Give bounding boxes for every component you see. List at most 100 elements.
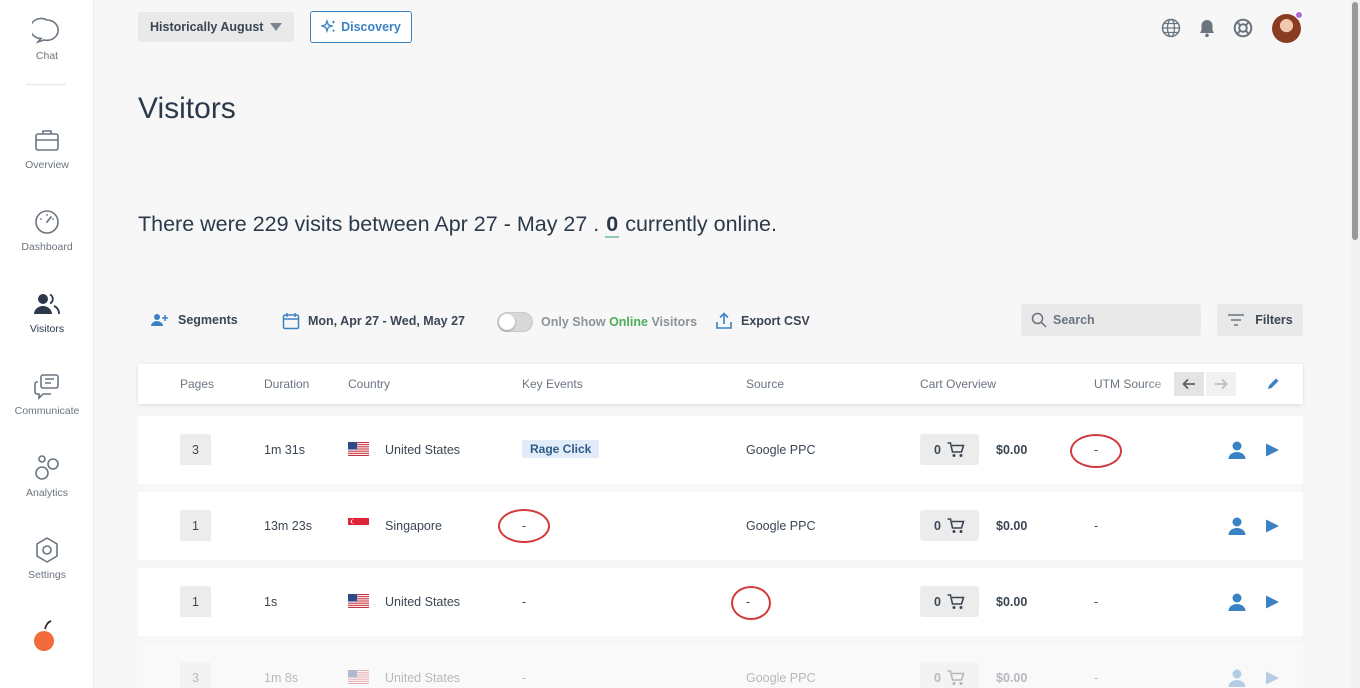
table-row[interactable]: 3 1m 8s United States - Google PPC 0 $0.00 - (138, 644, 1303, 688)
sidebar-item-label: Analytics (25, 487, 68, 499)
play-recording-icon[interactable] (1264, 670, 1280, 686)
cart-count: 0 (934, 594, 941, 609)
cart-value: $0.00 (996, 671, 1028, 685)
scrollbar-thumb[interactable] (1352, 2, 1358, 240)
filter-lines-icon (1228, 314, 1245, 326)
segments-button[interactable]: Segments (150, 312, 238, 328)
cart-overview-button[interactable]: 0 (920, 434, 979, 465)
column-header-source[interactable]: Source (746, 377, 784, 391)
page-scrollbar[interactable] (1350, 0, 1360, 688)
toggle-label-online: Online (609, 315, 648, 329)
sidebar-item-label: Chat (35, 50, 59, 62)
sidebar-item-label: Visitors (29, 323, 65, 335)
scroll-columns-left-button[interactable] (1174, 372, 1204, 396)
scroll-columns-right-button[interactable] (1206, 372, 1236, 396)
discovery-button[interactable]: Discovery (310, 11, 412, 43)
table-header: Pages Duration Country Key Events Source… (138, 364, 1303, 404)
upload-icon (716, 312, 732, 329)
hexagon-gear-icon (36, 537, 58, 563)
period-select[interactable]: Historically August (138, 12, 294, 42)
cart-value: $0.00 (996, 443, 1028, 457)
toggle-label-prefix: Only Show (541, 315, 610, 329)
country-cell: United States (385, 595, 461, 609)
key-event-badge[interactable]: Rage Click (522, 440, 600, 458)
sidebar-item-communicate[interactable]: Communicate (0, 371, 94, 417)
play-recording-icon[interactable] (1264, 518, 1280, 534)
table-row[interactable]: 1 1s United States - -0 $0.00- (138, 568, 1303, 636)
peach-logo[interactable] (31, 620, 59, 654)
export-csv-button[interactable]: Export CSV (715, 312, 810, 330)
table-row[interactable]: 3 1m 31s United States Rage Click Google PPC… (138, 416, 1303, 484)
country-cell: Singapore (385, 519, 442, 533)
cart-value: $0.00 (996, 519, 1028, 533)
annotation-circle (498, 509, 550, 543)
date-range-picker[interactable]: Mon, Apr 27 - Wed, May 27 (282, 312, 465, 330)
column-header-key-events[interactable]: Key Events (522, 377, 583, 391)
shopping-cart-icon (947, 669, 965, 685)
online-count[interactable]: 0 (605, 212, 620, 238)
toggle-label: Only Show Online Visitors (541, 315, 697, 329)
play-recording-icon[interactable] (1264, 594, 1280, 610)
shopping-cart-icon (947, 441, 965, 457)
cart-overview-button[interactable]: 0 (920, 662, 979, 688)
play-recording-icon[interactable] (1264, 442, 1280, 458)
summary-suffix: currently online. (619, 212, 777, 236)
cart-overview-button[interactable]: 0 (920, 586, 979, 617)
sidebar-item-analytics[interactable]: Analytics (0, 453, 94, 499)
cart-overview-button[interactable]: 0 (920, 510, 979, 541)
pages-count: 1 (180, 586, 211, 617)
page-title: Visitors (138, 92, 236, 125)
visitor-profile-icon[interactable] (1227, 592, 1247, 612)
visitor-profile-icon[interactable] (1227, 516, 1247, 536)
country-cell: United States (385, 671, 461, 685)
filters-button[interactable]: Filters (1217, 304, 1303, 336)
source-cell: Google PPC (746, 671, 816, 685)
cart-count: 0 (934, 670, 941, 685)
utm-source-cell: - (1094, 519, 1099, 533)
search-icon (1031, 312, 1047, 328)
sidebar-item-dashboard[interactable]: Dashboard (0, 207, 94, 253)
annotation-circle (1070, 434, 1122, 468)
period-select-value: Historically August (150, 20, 264, 34)
summary-prefix: There were 229 visits between Apr 27 - M… (138, 212, 606, 236)
shopping-cart-icon (947, 593, 965, 609)
sidebar-divider (26, 84, 66, 85)
search-box[interactable] (1021, 304, 1201, 336)
analytics-circles-icon (35, 455, 59, 480)
visitor-profile-icon[interactable] (1227, 668, 1247, 688)
toggle-switch[interactable] (497, 312, 533, 332)
arrow-right-icon (1215, 378, 1228, 390)
globe-icon[interactable] (1161, 18, 1181, 38)
gauge-icon (35, 210, 59, 234)
annotation-circle (731, 586, 771, 620)
export-csv-label: Export CSV (741, 314, 810, 328)
cart-value: $0.00 (996, 595, 1028, 609)
briefcase-icon (35, 130, 59, 151)
calendar-icon (282, 313, 300, 330)
sidebar-item-label: Settings (28, 569, 66, 581)
table-row[interactable]: 1 13m 23s Singapore - Google PPC 0 $0.00- (138, 492, 1303, 560)
lifebuoy-icon[interactable] (1233, 18, 1253, 38)
sidebar-item-settings[interactable]: Settings (0, 535, 94, 581)
pencil-edit-icon[interactable] (1266, 377, 1280, 391)
cart-count: 0 (934, 442, 941, 457)
shopping-cart-icon (947, 517, 965, 533)
utm-source-cell: - (1094, 595, 1099, 609)
sidebar-item-visitors[interactable]: Visitors (0, 289, 94, 335)
arrow-left-icon (1182, 378, 1195, 390)
country-cell: United States (385, 443, 461, 457)
sparkles-icon (321, 19, 336, 33)
column-header-cart-overview[interactable]: Cart Overview (920, 377, 996, 391)
column-header-pages[interactable]: Pages (180, 377, 214, 391)
column-header-duration[interactable]: Duration (264, 377, 309, 391)
duration-cell: 1s (264, 595, 278, 609)
search-input[interactable] (1053, 313, 1193, 327)
online-visitors-toggle[interactable]: Only Show Online Visitors (497, 312, 697, 332)
sidebar: Chat Overview Dashboard Visitors Communi… (0, 0, 94, 688)
sidebar-item-overview[interactable]: Overview (0, 125, 94, 171)
column-header-country[interactable]: Country (348, 377, 390, 391)
bell-icon[interactable] (1197, 18, 1217, 38)
sidebar-item-label: Dashboard (21, 241, 73, 253)
sidebar-item-chat[interactable]: Chat (0, 16, 94, 62)
visitor-profile-icon[interactable] (1227, 440, 1247, 460)
